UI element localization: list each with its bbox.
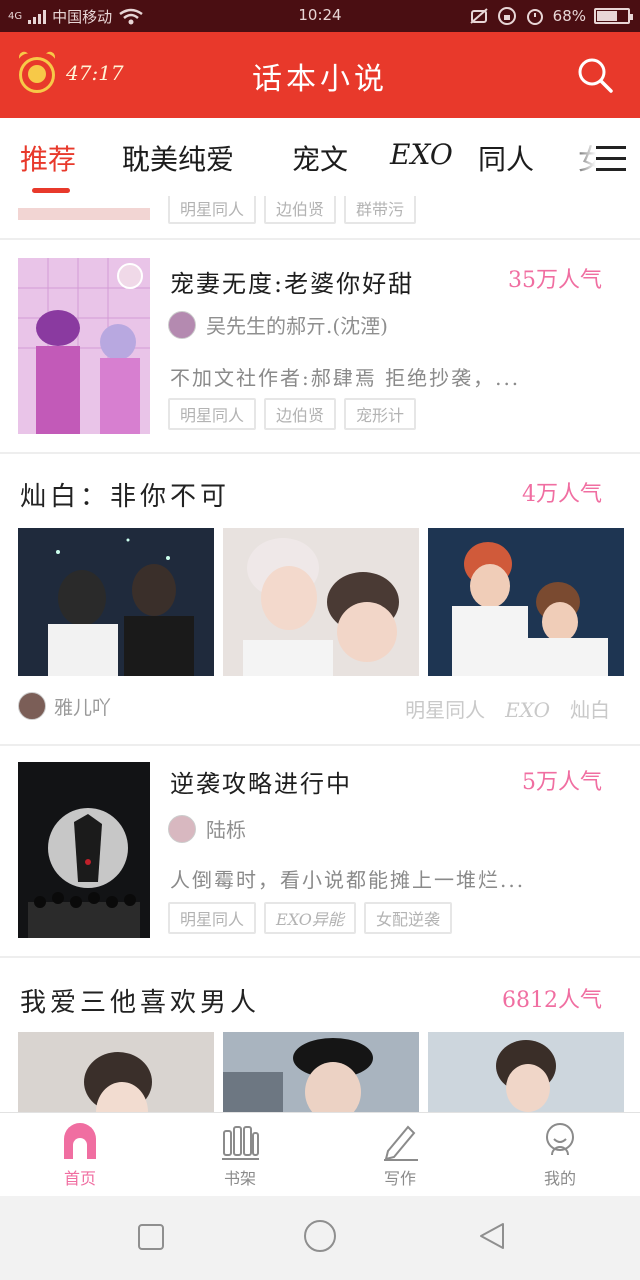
- tag[interactable]: 宠形计: [344, 398, 417, 430]
- tab-chongwen[interactable]: 宠文: [292, 138, 348, 178]
- nav-label: 我的: [543, 1169, 576, 1188]
- recent-apps-icon[interactable]: [136, 1222, 166, 1252]
- author[interactable]: 吴先生的郝亓.(沈湮): [168, 310, 388, 339]
- tab-exo[interactable]: EXO: [390, 138, 453, 171]
- system-navigation-bar: [0, 1196, 640, 1280]
- book-card[interactable]: 逆袭攻略进行中 5万人气 陆栎 人倒霉时，看小说都能摊上一堆烂... 明星同人 E…: [0, 746, 640, 956]
- topic-tags: 明星同人 EXO 灿白: [385, 694, 610, 723]
- book-cover[interactable]: [18, 762, 150, 938]
- home-circle-icon[interactable]: [302, 1218, 338, 1254]
- topic-card[interactable]: 我爱三他喜欢男人 6812人气: [0, 958, 640, 1112]
- popularity: 5万人气: [522, 770, 602, 795]
- tab-recommend[interactable]: 推荐: [20, 138, 76, 178]
- status-bar: 4G 中国移动 10:24 68%: [0, 0, 640, 32]
- topic-author[interactable]: 雅儿吖: [18, 692, 111, 720]
- author-name: 陆栎: [206, 818, 246, 842]
- book-cover[interactable]: [18, 258, 150, 434]
- tag-list: 明星同人 边伯贤 宠形计: [168, 398, 424, 430]
- topic-image[interactable]: [18, 1032, 214, 1112]
- tag[interactable]: EXO: [505, 698, 550, 722]
- pen-icon: [384, 1125, 418, 1161]
- topic-image[interactable]: [223, 528, 419, 676]
- book-description: 人倒霉时，看小说都能摊上一堆烂...: [170, 868, 526, 892]
- alarm-icon: [526, 9, 543, 25]
- popularity: 6812人气: [502, 988, 602, 1013]
- tag[interactable]: 明星同人: [168, 902, 257, 934]
- bookshelf-icon: [222, 1126, 259, 1160]
- book-title[interactable]: 宠妻无度:老婆你好甜: [170, 264, 414, 299]
- search-icon[interactable]: [576, 56, 614, 94]
- topic-image[interactable]: [223, 1032, 419, 1112]
- tag[interactable]: 明星同人: [405, 698, 485, 722]
- tag[interactable]: 灿白: [570, 698, 610, 722]
- battery-icon: [594, 8, 633, 24]
- avatar: [168, 310, 196, 339]
- topic-image[interactable]: [428, 1032, 624, 1112]
- avatar: [168, 814, 196, 843]
- app-title: 话本小说: [252, 62, 388, 97]
- active-tab-indicator: [32, 188, 70, 193]
- tag[interactable]: 明星同人: [168, 398, 257, 430]
- tag[interactable]: 边伯贤: [264, 196, 337, 224]
- feed-list[interactable]: 明星同人 边伯贤 群带污 宠妻无度:老婆你好甜 35万人气 吴先生的郝亓.(沈湮): [0, 196, 640, 1112]
- mute-icon: [469, 8, 488, 24]
- photo-strip: [18, 528, 624, 676]
- tab-tongren[interactable]: 同人: [478, 138, 534, 178]
- topic-image[interactable]: [18, 528, 214, 676]
- app-bar: 47:17 话本小说: [0, 32, 640, 118]
- book-description: 不加文社作者:郝肆焉 拒绝抄袭，...: [170, 366, 521, 390]
- topic-image[interactable]: [428, 528, 624, 676]
- topic-title[interactable]: 我爱三他喜欢男人: [20, 982, 260, 1019]
- nav-write[interactable]: 写作: [320, 1121, 480, 1189]
- status-time: 10:24: [298, 6, 342, 24]
- photo-strip: [18, 1032, 624, 1112]
- profile-icon: [546, 1123, 574, 1156]
- nav-label: 写作: [383, 1169, 416, 1188]
- lock-rotation-icon: [497, 7, 516, 25]
- bottom-navigation: 首页 书架 写作 我的: [0, 1112, 640, 1196]
- cover-fragment: [18, 208, 150, 220]
- category-tabs: 推荐 耽美纯爱 宠文 EXO 同人 女: [0, 118, 640, 196]
- topic-card[interactable]: 灿白：非你不可 4万人气 雅儿吖 明星同人 EXO 灿白: [0, 454, 640, 742]
- nav-label: 书架: [223, 1169, 256, 1188]
- nav-bookshelf[interactable]: 书架: [160, 1121, 320, 1189]
- nav-label: 首页: [63, 1169, 96, 1188]
- tag[interactable]: 明星同人: [168, 196, 257, 224]
- tag[interactable]: EXO异能: [264, 902, 356, 934]
- home-icon: [64, 1123, 96, 1159]
- author-name: 吴先生的郝亓.(沈湮): [206, 314, 388, 338]
- nav-profile[interactable]: 我的: [480, 1121, 640, 1189]
- popularity: 35万人气: [508, 268, 602, 293]
- book-title[interactable]: 逆袭攻略进行中: [170, 764, 352, 799]
- tag[interactable]: 边伯贤: [264, 398, 337, 430]
- nav-home[interactable]: 首页: [0, 1121, 160, 1189]
- tag[interactable]: 群带污: [344, 196, 417, 224]
- avatar: [18, 692, 46, 720]
- tab-danmei[interactable]: 耽美纯爱: [122, 138, 234, 178]
- author[interactable]: 陆栎: [168, 814, 246, 843]
- author-name: 雅儿吖: [54, 696, 112, 719]
- back-triangle-icon[interactable]: [476, 1220, 508, 1252]
- partial-card-tags: 明星同人 边伯贤 群带污: [168, 196, 424, 224]
- menu-icon[interactable]: [596, 146, 630, 172]
- battery-percent: 68%: [552, 7, 586, 25]
- tag-list: 明星同人 EXO异能 女配逆袭: [168, 902, 460, 934]
- tag[interactable]: 女配逆袭: [363, 902, 452, 934]
- topic-title[interactable]: 灿白：非你不可: [20, 476, 230, 513]
- popularity: 4万人气: [522, 482, 602, 507]
- book-card[interactable]: 宠妻无度:老婆你好甜 35万人气 吴先生的郝亓.(沈湮) 不加文社作者:郝肆焉 …: [0, 240, 640, 452]
